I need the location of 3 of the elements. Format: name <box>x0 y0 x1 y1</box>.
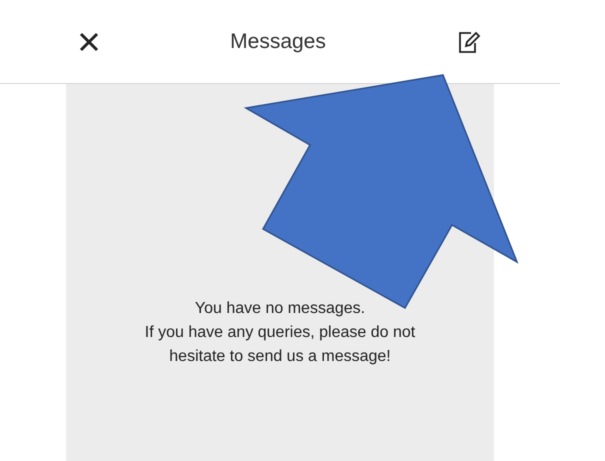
empty-message: You have no messages. If you have any queries, please do not hesitate to send us a message! <box>144 299 416 367</box>
close-button[interactable] <box>78 30 100 52</box>
page-title: Messages <box>230 28 326 55</box>
